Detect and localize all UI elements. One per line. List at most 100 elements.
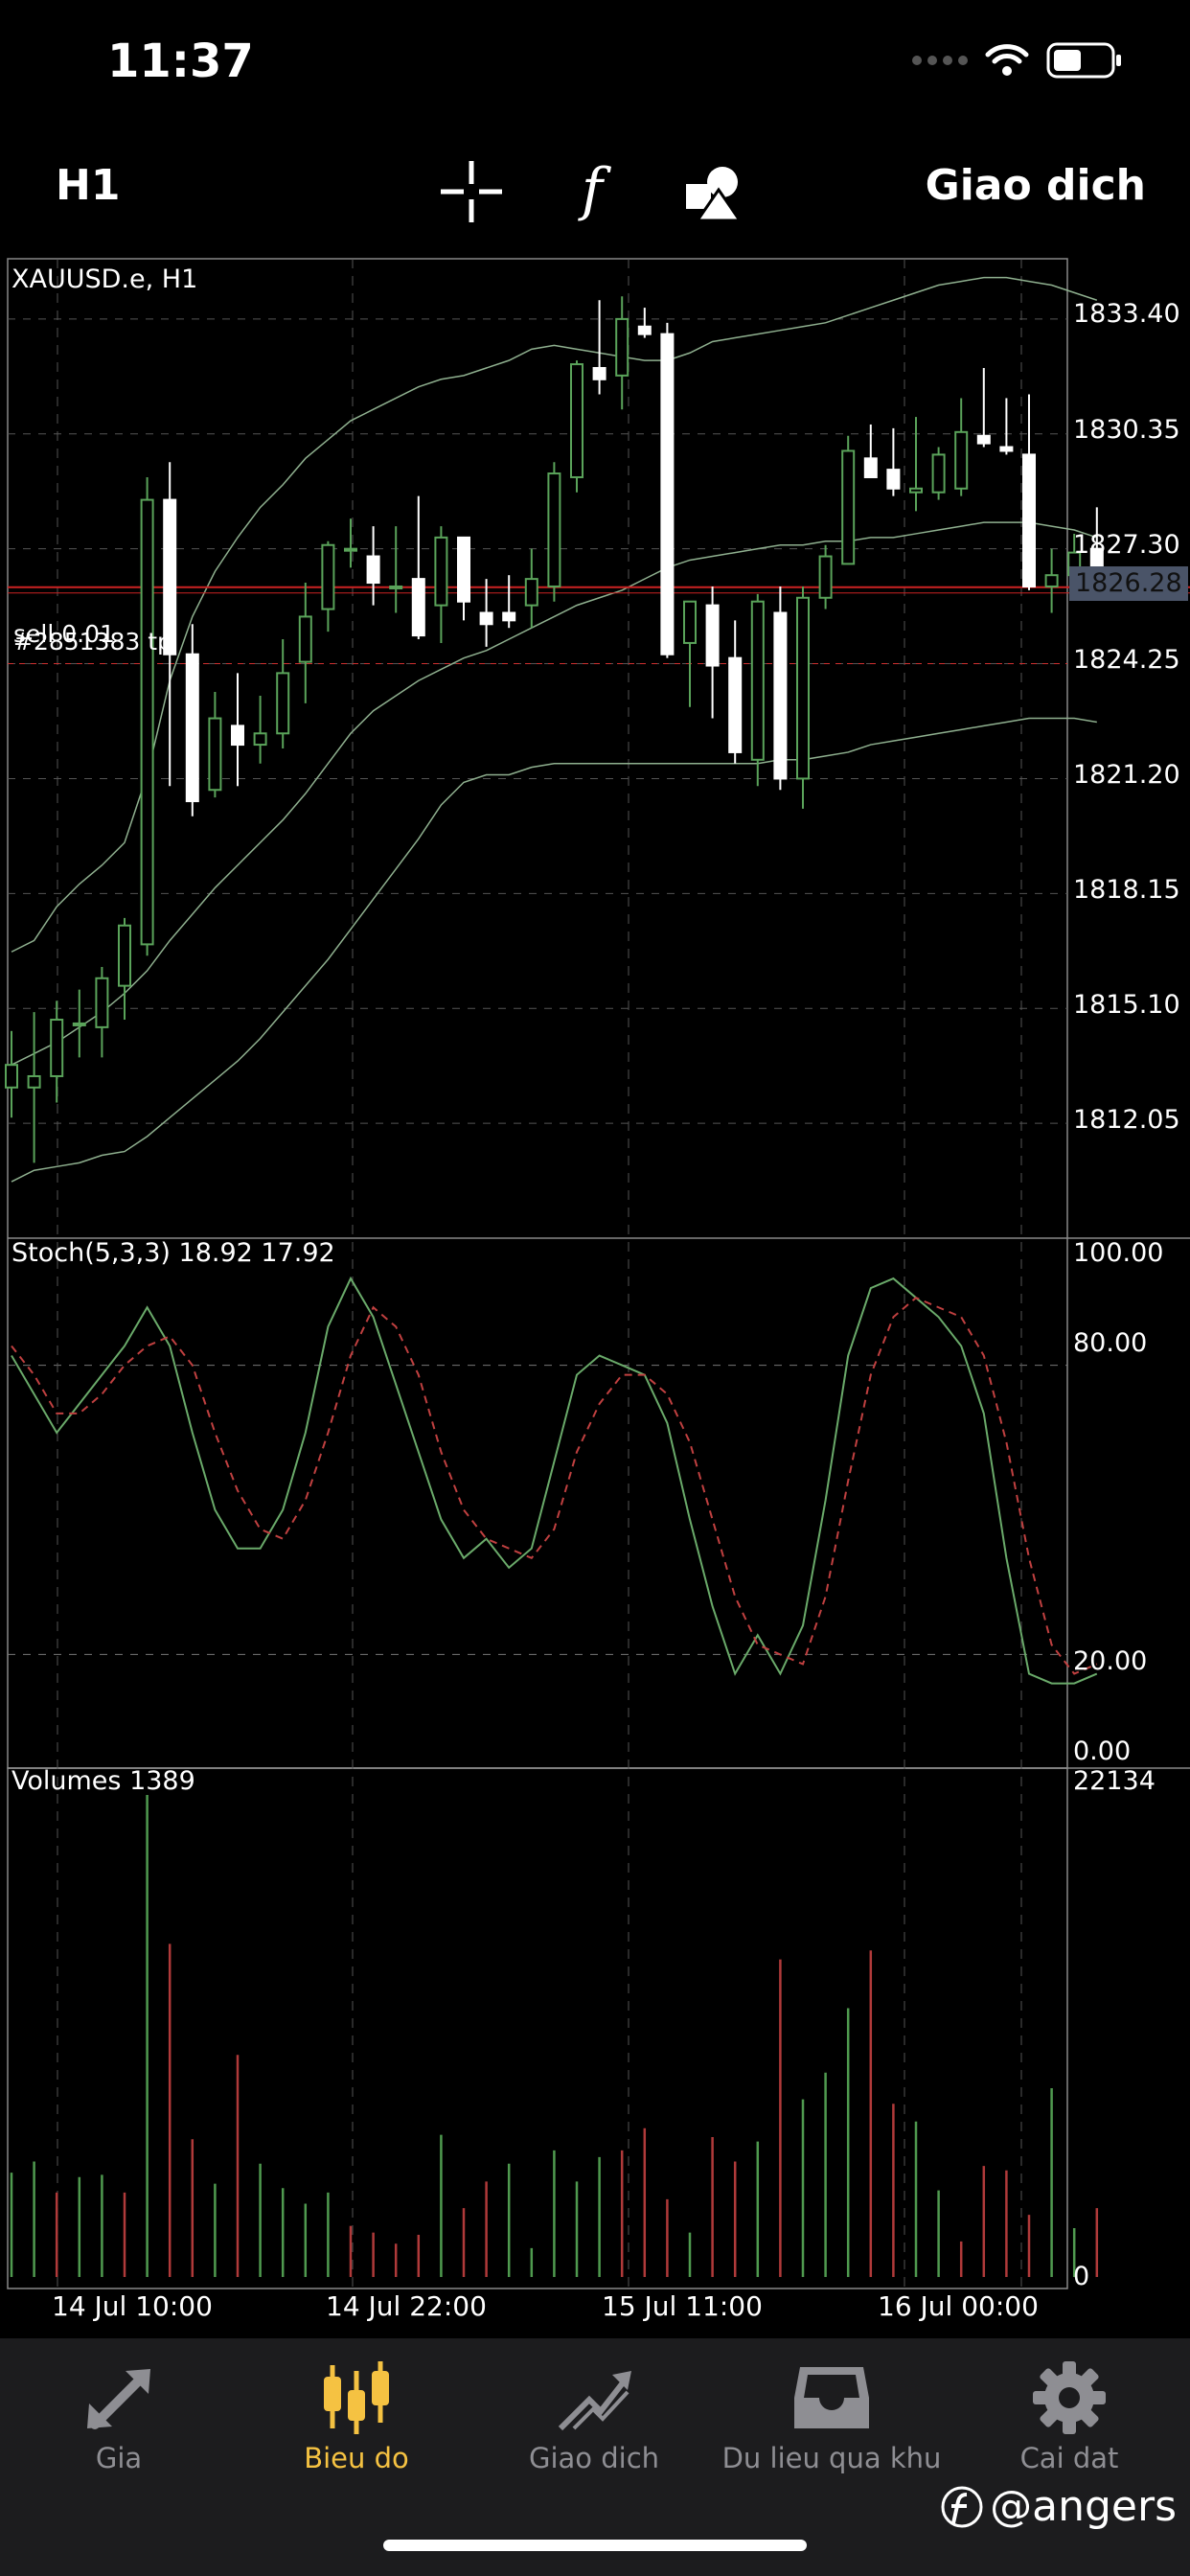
- candle-body: [321, 543, 335, 610]
- stoch-axis-label: 20.00: [1073, 1646, 1148, 1676]
- price-axis-label: 1830.35: [1073, 415, 1180, 445]
- tab-settings[interactable]: Cai dat: [950, 2338, 1188, 2482]
- candle-body: [909, 487, 923, 494]
- price-axis-label: 1821.20: [1073, 760, 1180, 790]
- candle-body: [276, 672, 290, 735]
- tab-quotes[interactable]: Gia: [0, 2338, 238, 2482]
- candle-body: [954, 430, 969, 490]
- time-axis-label: 14 Jul 10:00: [52, 2290, 213, 2322]
- candle-body: [999, 446, 1014, 452]
- stoch-axis-label: 0.00: [1073, 1736, 1132, 1766]
- tab-chart[interactable]: Bieu do: [238, 2338, 475, 2482]
- current-price-tag: 1826.28: [1069, 566, 1188, 601]
- inbox-icon: [794, 2367, 869, 2428]
- candle-body: [570, 363, 584, 478]
- candle-body: [524, 578, 538, 607]
- candle-body: [863, 457, 878, 478]
- candle-body: [5, 1064, 18, 1089]
- tab-label: Bieu do: [304, 2442, 409, 2474]
- candle-body: [434, 536, 448, 607]
- candle-body: [27, 1074, 41, 1089]
- volumes-label: Volumes 1389: [11, 1766, 195, 1796]
- candle-body: [185, 653, 199, 803]
- svg-text:f: f: [578, 156, 612, 223]
- price-axis-label: 1827.30: [1073, 530, 1180, 560]
- bollinger-lower-line: [11, 717, 1097, 1183]
- tab-trade[interactable]: Giao dich: [475, 2338, 713, 2482]
- candle-body: [208, 717, 222, 792]
- volume-axis-max: 22134: [1073, 1766, 1156, 1796]
- timeframe-button[interactable]: H1: [56, 161, 120, 210]
- candle-body: [95, 977, 109, 1028]
- arrows-icon: [87, 2369, 150, 2429]
- cellular-signal-icon: [912, 56, 968, 65]
- trend-icon: [558, 2371, 631, 2431]
- candle-body: [615, 317, 629, 377]
- chart-area[interactable]: XAUUSD.e, H1 sell 0.01 #2851383 tp 1833.…: [0, 254, 1190, 2295]
- tab-label: Giao dich: [528, 2442, 660, 2474]
- crosshair-icon[interactable]: [433, 153, 510, 230]
- stoch-signal-line: [11, 1297, 1098, 1675]
- candlestick-icon: [324, 2361, 389, 2434]
- candle-body: [547, 472, 561, 587]
- candle-body: [1022, 453, 1036, 587]
- time-axis-label: 15 Jul 11:00: [602, 2290, 763, 2322]
- candle-body: [931, 453, 946, 494]
- volume-axis-min: 0: [1073, 2262, 1090, 2291]
- candle-body: [886, 469, 901, 490]
- price-axis-label: 1815.10: [1073, 990, 1180, 1020]
- gear-icon: [1033, 2361, 1106, 2434]
- candle-body: [592, 366, 606, 380]
- candle-body: [660, 333, 675, 656]
- status-icons: [912, 42, 1123, 79]
- candle-body: [705, 604, 720, 667]
- candle-body: [298, 615, 312, 663]
- tab-history[interactable]: Du lieu qua khu: [713, 2338, 950, 2482]
- price-axis-label: 1833.40: [1073, 299, 1180, 329]
- candle-body: [976, 434, 991, 445]
- objects-icon[interactable]: [676, 153, 753, 230]
- order-ticket-label: #2851383 tp: [13, 628, 172, 656]
- candle-body: [411, 578, 425, 637]
- watermark-text: @angers: [990, 2482, 1177, 2531]
- status-bar: 11:37: [0, 0, 1190, 134]
- indicators-icon[interactable]: f: [554, 153, 630, 230]
- candle-body: [818, 555, 833, 599]
- candle-body: [389, 585, 403, 589]
- candle-body: [750, 600, 765, 761]
- candle-body: [502, 611, 516, 622]
- candle-body: [344, 547, 357, 552]
- wifi-icon: [985, 44, 1029, 76]
- candle-body: [50, 1019, 64, 1077]
- candle-body: [231, 724, 244, 747]
- price-axis-label: 1818.15: [1073, 875, 1180, 905]
- chart-canvas[interactable]: [0, 254, 1190, 2295]
- candle-body: [366, 555, 380, 585]
- time-axis-label: 16 Jul 00:00: [878, 2290, 1039, 2322]
- candle-body: [457, 536, 470, 603]
- candle-body: [140, 498, 154, 946]
- candle-body: [253, 732, 267, 747]
- candle-body: [479, 611, 493, 626]
- stoch-axis-label: 80.00: [1073, 1328, 1148, 1358]
- tab-label: Gia: [95, 2442, 143, 2474]
- watermark: @angers: [940, 2482, 1177, 2531]
- stoch-axis-label: 100.00: [1073, 1238, 1164, 1268]
- battery-icon: [1046, 42, 1121, 79]
- stochastic-label: Stoch(5,3,3) 18.92 17.92: [11, 1238, 335, 1268]
- price-axis-label: 1812.05: [1073, 1105, 1180, 1135]
- time-axis-label: 14 Jul 22:00: [326, 2290, 487, 2322]
- candle-body: [773, 611, 788, 780]
- tab-label: Du lieu qua khu: [721, 2442, 942, 2474]
- candle-body: [841, 449, 856, 565]
- home-indicator[interactable]: [383, 2540, 807, 2551]
- candle-body: [796, 596, 810, 780]
- trade-button[interactable]: Giao dich: [926, 161, 1146, 210]
- watermark-logo-icon: [941, 2486, 983, 2527]
- candle-body: [683, 600, 697, 644]
- tab-label: Cai dat: [1019, 2442, 1119, 2474]
- candle-body: [637, 325, 652, 335]
- candle-body: [118, 924, 131, 987]
- candle-body: [728, 656, 743, 753]
- symbol-label: XAUUSD.e, H1: [11, 264, 198, 294]
